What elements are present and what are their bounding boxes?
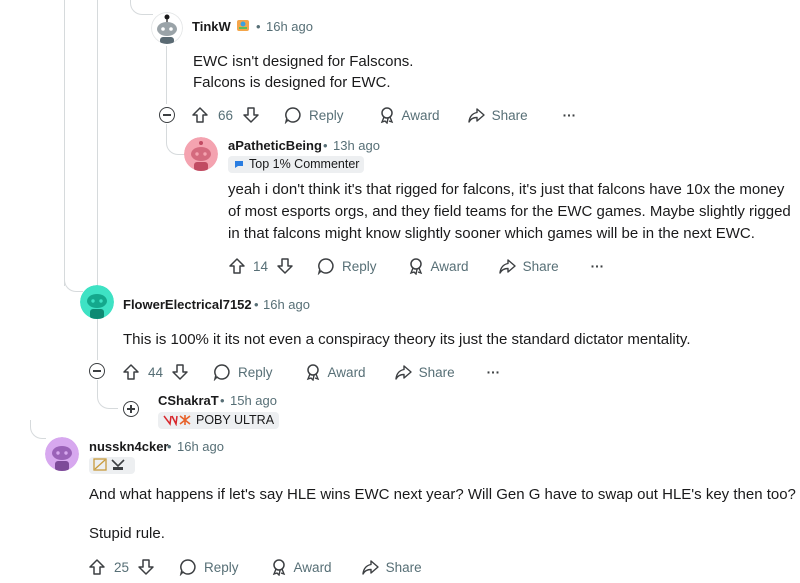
avatar-flower[interactable] [80,285,114,319]
party-badge-icon [236,18,250,32]
reply-button[interactable]: Reply [284,106,344,124]
meta-separator: • [323,138,328,153]
more-options-button[interactable]: ··· [487,365,501,380]
thread-curve-apathetic [166,124,185,155]
avatar-nuss[interactable] [45,437,79,471]
downvote-icon[interactable] [242,106,260,124]
award-label: Award [327,364,366,380]
user-flair: Top 1% Commenter [228,156,365,175]
share-label: Share [491,107,528,123]
thread-line-root [64,0,65,286]
avatar-apathetic[interactable] [184,137,218,171]
award-label: Award [430,258,469,274]
upvote-icon[interactable] [191,106,209,124]
timestamp-nuss[interactable]: 16h ago [177,439,224,454]
user-flair: POBY ULTRA [158,412,280,431]
collapse-button[interactable] [89,363,105,379]
award-icon [378,106,396,124]
author-cshakrat[interactable]: CShakraT [158,393,219,408]
collapse-button[interactable] [159,107,175,123]
thread-curve-nuss [30,420,46,439]
meta-separator: • [256,19,261,34]
top-commenter-icon [233,158,245,175]
comment-icon [179,558,197,576]
comment-body-line: Stupid rule. [89,525,165,542]
upvote-icon[interactable] [88,558,106,576]
share-icon [394,363,412,381]
comment-icon [317,257,335,275]
timestamp-cshakrat[interactable]: 15h ago [230,393,277,408]
author-apathetic[interactable]: aPatheticBeing [228,138,322,153]
award-label: Award [293,559,332,575]
share-label: Share [522,258,559,274]
thread-line-tinkw [166,46,167,104]
downvote-icon[interactable] [137,558,155,576]
share-label: Share [418,364,455,380]
team-logo-icon [163,414,193,431]
share-icon [467,106,485,124]
award-label: Award [401,107,440,123]
share-icon [498,257,516,275]
reply-button[interactable]: Reply [213,363,273,381]
upvote-icon[interactable] [122,363,140,381]
comment-body-line: in that falcons might know slightly soon… [228,225,755,242]
comment-body-line: And what happens if let's say HLE wins E… [89,486,796,503]
reply-label: Reply [342,258,377,274]
reply-label: Reply [309,107,344,123]
timestamp-tinkw[interactable]: 16h ago [266,19,313,34]
comment-actions: 66 Reply Award Share ··· [191,103,576,127]
author-nuss[interactable]: nusskn4cker [89,439,169,454]
user-flair [89,457,135,474]
award-button[interactable]: Award [378,106,440,124]
reply-button[interactable]: Reply [317,257,377,275]
award-icon [407,257,425,275]
meta-separator: • [254,297,259,312]
vote-count: 14 [253,258,269,274]
share-button[interactable]: Share [498,257,559,275]
share-icon [361,558,379,576]
more-options-button[interactable]: ··· [591,259,605,274]
comment-actions: 44 Reply Award Share ··· [122,360,500,384]
meta-separator: • [167,439,172,454]
thread-curve-cshakrat [97,380,118,409]
comment-icon [284,106,302,124]
thread-curve-flower [64,275,83,292]
comment-body-line: Falcons is designed for EWC. [193,74,391,91]
timestamp-apathetic[interactable]: 13h ago [333,138,380,153]
author-flower[interactable]: FlowerElectrical7152 [123,297,252,312]
downvote-icon[interactable] [171,363,189,381]
reply-label: Reply [204,559,239,575]
share-button[interactable]: Share [361,558,422,576]
flair-emblem-icon [93,458,131,476]
award-button[interactable]: Award [270,558,332,576]
award-button[interactable]: Award [304,363,366,381]
timestamp-flower[interactable]: 16h ago [263,297,310,312]
reply-button[interactable]: Reply [179,558,239,576]
award-button[interactable]: Award [407,257,469,275]
award-icon [304,363,322,381]
vote-count: 25 [114,559,130,575]
comment-body-line: This is 100% it its not even a conspirac… [123,331,691,348]
comment-actions: 25 Reply Award Share [88,555,422,579]
vote-count: 66 [218,107,234,123]
vote-count: 44 [148,364,164,380]
share-label: Share [385,559,422,575]
share-button[interactable]: Share [467,106,528,124]
share-button[interactable]: Share [394,363,455,381]
author-tinkw[interactable]: TinkW [192,19,231,34]
upvote-icon[interactable] [228,257,246,275]
reply-label: Reply [238,364,273,380]
meta-separator: • [220,393,225,408]
award-icon [270,558,288,576]
avatar-tinkw[interactable] [151,12,183,44]
downvote-icon[interactable] [276,257,294,275]
comment-actions: 14 Reply Award Share ··· [228,254,604,278]
thread-curve-tinkw [130,0,153,15]
expand-button[interactable] [123,401,139,417]
more-options-button[interactable]: ··· [563,108,577,123]
comment-icon [213,363,231,381]
